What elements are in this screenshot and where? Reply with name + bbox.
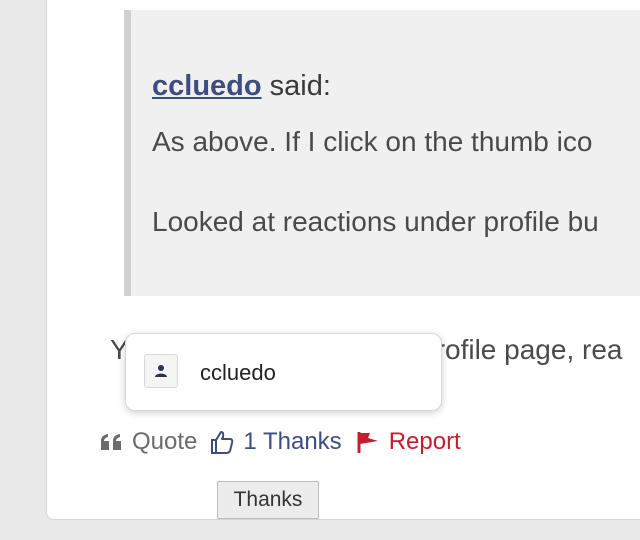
post-actions-bar: Quote 1 Thanks Report [100,426,461,458]
reply-text-end: rofile page, rea [435,334,623,365]
avatar[interactable] [144,354,178,388]
thanks-label: 1 Thanks [243,428,342,455]
quote-text-line-2: Looked at reactions under profile bu [152,206,599,237]
quote-author-link[interactable]: ccluedo [152,70,262,102]
quote-said-label: said: [269,70,331,102]
quote-button[interactable]: Quote [100,428,197,456]
report-label: Report [388,428,461,455]
quote-label: Quote [132,428,198,455]
reactions-popup: ccluedo [125,333,442,411]
quote-marks-icon [101,434,121,450]
thanks-button[interactable]: 1 Thanks [209,428,342,456]
thumbs-up-icon [211,431,234,454]
reaction-user-name[interactable]: ccluedo [200,360,276,386]
report-button[interactable]: Report [356,428,461,456]
flag-icon [357,432,378,453]
quote-text-line-1: As above. If I click on the thumb ico [152,126,593,157]
quote-attribution: ccluedo said: [152,70,331,103]
user-silhouette-icon [155,365,167,377]
thanks-tooltip: Thanks [217,481,319,519]
